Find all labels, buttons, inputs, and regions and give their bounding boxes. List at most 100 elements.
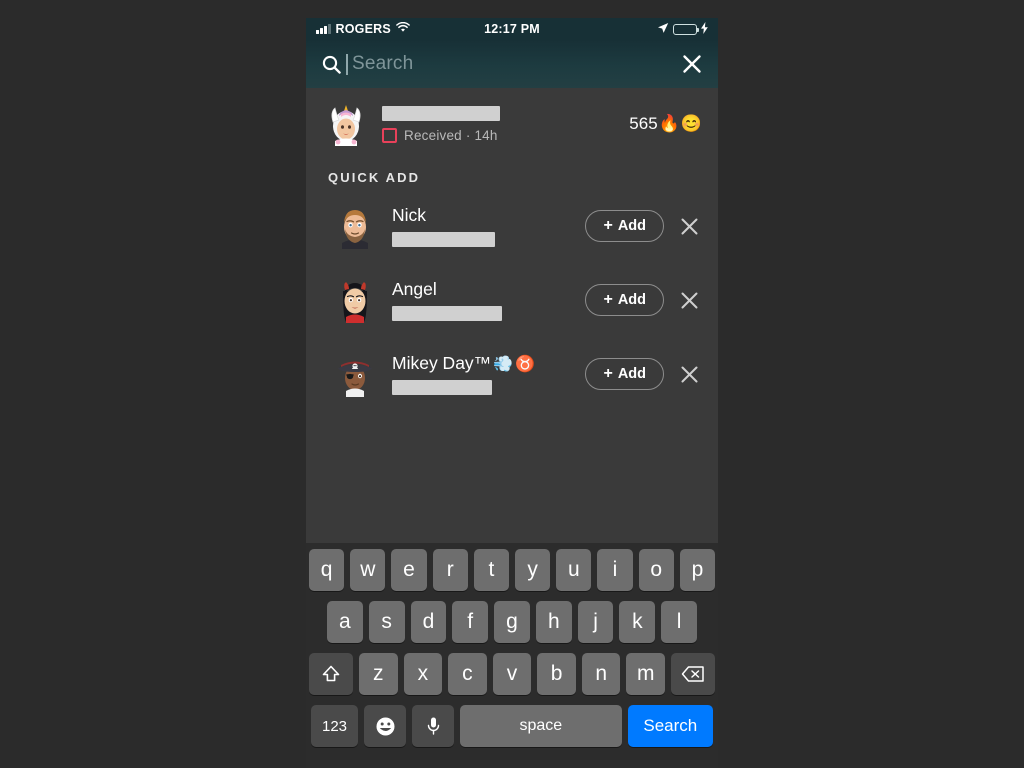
add-button-label: Add [617, 366, 646, 382]
redacted-username-angel [392, 306, 502, 321]
key-r[interactable]: r [432, 549, 468, 591]
dash-cloud-emoji: 💨 [493, 355, 514, 373]
text-caret [346, 54, 348, 75]
fire-streak-emoji: 🔥 [658, 114, 680, 133]
quick-add-info-nick: Nick [392, 205, 585, 247]
quick-add-heading: QUICK ADD [328, 170, 421, 185]
key-f[interactable]: f [452, 601, 489, 643]
location-arrow-icon [657, 22, 669, 37]
add-button-label: Add [617, 218, 646, 234]
quick-add-item-nick[interactable]: Nick + Add [306, 189, 718, 263]
snap-score-number: 565 [629, 114, 658, 133]
snap-score: 565 🔥 😊 [629, 114, 702, 134]
lightning-bolt-icon [701, 21, 708, 37]
quick-add-display-name: Mikey Day™ [392, 353, 492, 373]
redacted-username-nick [392, 232, 495, 247]
redacted-username-mikey [392, 380, 492, 395]
search-icon [320, 53, 342, 75]
dismiss-suggestion-button-mikey[interactable] [674, 359, 704, 389]
redacted-friend-name [382, 105, 500, 121]
recent-friend-row[interactable]: Received · 14h 565 🔥 😊 [306, 88, 718, 160]
bearded-man-bitmoji-avatar [332, 203, 378, 249]
microphone-icon-key[interactable] [412, 705, 454, 747]
plus-icon: + [603, 291, 613, 308]
snap-status-line: Received · 14h [382, 127, 629, 143]
keyboard-row-2: a s d f g h j k l [309, 601, 715, 643]
quick-add-display-name: Nick [392, 205, 427, 225]
key-g[interactable]: g [494, 601, 530, 643]
key-k[interactable]: k [619, 601, 656, 643]
add-button-label: Add [617, 292, 646, 308]
space-key[interactable]: space [460, 705, 622, 747]
status-bar-left: ROGERS [316, 21, 410, 36]
key-t[interactable]: t [473, 549, 509, 591]
numbers-key[interactable]: 123 [311, 705, 358, 747]
key-o[interactable]: o [638, 549, 674, 591]
search-key[interactable]: Search [627, 705, 713, 747]
add-friend-button-nick[interactable]: + Add [585, 210, 664, 242]
key-a[interactable]: a [326, 601, 363, 643]
key-w[interactable]: w [350, 549, 386, 591]
keyboard-row-3: z x c v b n m [308, 653, 716, 695]
quick-add-info-mikey: Mikey Day™ 💨 ♉ [392, 353, 585, 395]
key-p[interactable]: p [679, 549, 716, 591]
key-e[interactable]: e [391, 549, 427, 591]
smiley-friend-emoji: 😊 [680, 114, 702, 133]
quick-add-name-nick: Nick [392, 205, 585, 226]
key-u[interactable]: u [556, 549, 592, 591]
key-m[interactable]: m [626, 653, 666, 695]
key-h[interactable]: h [535, 601, 572, 643]
key-l[interactable]: l [661, 601, 698, 643]
battery-full-icon [673, 23, 700, 35]
keyboard-row-1: q w e r t y u i o p [308, 549, 716, 591]
key-z[interactable]: z [358, 653, 398, 695]
dismiss-suggestion-button-angel[interactable] [674, 285, 704, 315]
close-search-button[interactable] [680, 52, 704, 76]
key-n[interactable]: n [581, 653, 621, 695]
quick-add-item-angel[interactable]: Angel + Add [306, 263, 718, 337]
received-snap-square-icon [382, 127, 397, 143]
shift-key[interactable] [308, 653, 353, 695]
keyboard-row-4: 123 space Search [309, 705, 715, 747]
backspace-key[interactable] [671, 653, 716, 695]
search-results-panel: Received · 14h 565 🔥 😊 QUICK ADD Nick + … [306, 88, 718, 543]
search-input[interactable]: Search [346, 53, 670, 75]
quick-add-info-angel: Angel [392, 279, 585, 321]
key-q[interactable]: q [308, 549, 345, 591]
status-bar: ROGERS 12:17 PM [306, 18, 718, 40]
key-v[interactable]: v [492, 653, 532, 695]
dismiss-suggestion-button-nick[interactable] [674, 211, 704, 241]
pirate-bitmoji-avatar [332, 351, 378, 397]
key-c[interactable]: c [448, 653, 487, 695]
key-x[interactable]: x [403, 653, 443, 695]
phone-screen: ROGERS 12:17 PM Search Received · 14h 56… [306, 18, 718, 768]
emoji-smiley-icon-key[interactable] [364, 705, 406, 747]
recent-friend-info: Received · 14h [382, 105, 629, 143]
search-header: Search [306, 40, 718, 88]
search-placeholder: Search [352, 53, 414, 74]
quick-add-display-name: Angel [392, 279, 437, 299]
screenshot-canvas: ROGERS 12:17 PM Search Received · 14h 56… [0, 0, 1024, 768]
onscreen-keyboard: q w e r t y u i o p a s d f g h j k l z … [306, 543, 718, 768]
quick-add-item-mikey[interactable]: Mikey Day™ 💨 ♉ + Add [306, 337, 718, 411]
add-friend-button-angel[interactable]: + Add [585, 284, 664, 316]
status-bar-right [657, 21, 708, 37]
key-j[interactable]: j [577, 601, 614, 643]
plus-icon: + [603, 217, 613, 234]
carrier-label: ROGERS [335, 22, 391, 36]
cellular-signal-icon [316, 24, 331, 34]
key-y[interactable]: y [515, 549, 551, 591]
key-d[interactable]: d [410, 601, 447, 643]
plus-icon: + [603, 365, 613, 382]
snap-status-text: Received · 14h [404, 127, 498, 143]
add-friend-button-mikey[interactable]: + Add [585, 358, 664, 390]
key-b[interactable]: b [537, 653, 576, 695]
devil-girl-bitmoji-avatar [332, 277, 378, 323]
unicorn-bitmoji-avatar [322, 100, 370, 148]
wifi-icon [396, 21, 410, 36]
quick-add-name-mikey: Mikey Day™ 💨 ♉ [392, 353, 585, 374]
taurus-zodiac-emoji: ♉ [515, 355, 536, 373]
key-i[interactable]: i [597, 549, 633, 591]
key-s[interactable]: s [368, 601, 405, 643]
quick-add-name-angel: Angel [392, 279, 585, 300]
